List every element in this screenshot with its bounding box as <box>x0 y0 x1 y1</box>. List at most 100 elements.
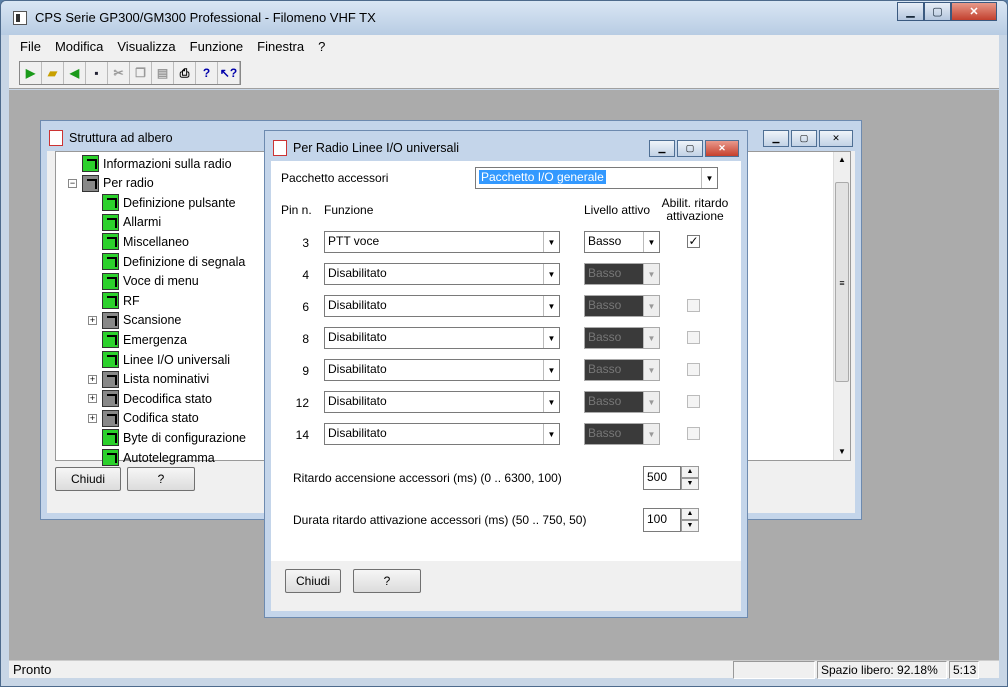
tree-item[interactable]: Definizione pulsante <box>102 193 236 212</box>
menu-file[interactable]: File <box>13 39 48 54</box>
tree-window-title: Struttura ad albero <box>69 131 173 145</box>
print-icon[interactable]: ⎙ <box>174 62 196 84</box>
tree-item[interactable]: Definizione di segnala <box>102 252 245 271</box>
close-button[interactable]: ✕ <box>951 2 997 21</box>
chevron-down-icon[interactable]: ▼ <box>543 232 559 252</box>
tree-item[interactable]: + Codifica stato <box>88 409 199 428</box>
tree-close-button[interactable]: ✕ <box>819 130 853 147</box>
tree-item[interactable]: + Scansione <box>88 311 181 330</box>
app-icon[interactable] <box>13 11 27 25</box>
tree-node-icon <box>102 311 119 329</box>
dialog-maximize-button[interactable]: ▢ <box>677 140 703 157</box>
chevron-down-icon[interactable]: ▼ <box>701 168 717 188</box>
title-bar[interactable]: CPS Serie GP300/GM300 Professional - Fil… <box>1 1 1007 35</box>
chevron-down-icon[interactable]: ▼ <box>543 264 559 284</box>
tree-item[interactable]: + Lista nominativi <box>88 370 209 389</box>
spin-up-icon[interactable]: ▲ <box>681 508 699 520</box>
function-select[interactable]: Disabilitato ▼ <box>324 295 560 317</box>
tree-help-button[interactable]: ? <box>127 467 195 491</box>
delay-checkbox <box>687 395 700 408</box>
pin-number: 12 <box>295 396 309 410</box>
tree-node-icon <box>102 449 119 466</box>
expand-icon[interactable]: + <box>88 413 97 423</box>
save-icon[interactable]: ▪ <box>86 62 108 84</box>
tree-close-action-button[interactable]: Chiudi <box>55 467 121 491</box>
dialog-close-action-button[interactable]: Chiudi <box>285 569 341 593</box>
level-select[interactable]: Basso ▼ <box>584 231 660 253</box>
chevron-down-icon[interactable]: ▼ <box>543 296 559 316</box>
tree-node-icon <box>102 253 119 270</box>
chevron-down-icon[interactable]: ▼ <box>543 360 559 380</box>
chevron-down-icon[interactable]: ▼ <box>543 328 559 348</box>
tree-item[interactable]: Linee I/O universali <box>102 350 230 369</box>
window-title: CPS Serie GP300/GM300 Professional - Fil… <box>35 10 376 25</box>
activation-delay-input[interactable]: 100 <box>643 508 681 532</box>
function-select[interactable]: Disabilitato ▼ <box>324 263 560 285</box>
maximize-button[interactable]: ▢ <box>924 2 951 21</box>
function-value: Disabilitato <box>328 330 387 344</box>
chevron-down-icon: ▼ <box>643 264 659 284</box>
expand-icon[interactable]: + <box>88 394 97 404</box>
dialog-close-button[interactable]: ✕ <box>705 140 739 157</box>
tree-scrollbar[interactable]: ▲ ≡ ▼ <box>833 152 850 460</box>
dialog-help-button[interactable]: ? <box>353 569 421 593</box>
menu-help[interactable]: ? <box>311 39 332 54</box>
scroll-thumb[interactable]: ≡ <box>835 182 849 382</box>
tree-item-label: Decodifica stato <box>123 391 212 406</box>
tree-item[interactable]: − Per radio <box>68 174 154 193</box>
pin-number: 6 <box>302 300 309 314</box>
read-radio-icon[interactable]: ◀ <box>64 62 86 84</box>
tree-item[interactable]: Autotelegramma <box>102 448 215 467</box>
tree-item[interactable]: Emergenza <box>102 330 187 349</box>
expand-icon[interactable]: + <box>88 374 97 384</box>
accessory-select[interactable]: Pacchetto I/O generale ▼ <box>475 167 718 189</box>
menu-modifica[interactable]: Modifica <box>48 39 110 54</box>
dialog-titlebar[interactable]: Per Radio Linee I/O universali ▁ ▢ ✕ <box>271 137 741 161</box>
chevron-down-icon[interactable]: ▼ <box>543 424 559 444</box>
delay-checkbox <box>687 299 700 312</box>
chevron-down-icon[interactable]: ▼ <box>643 232 659 252</box>
power-delay-input[interactable]: 500 <box>643 466 681 490</box>
function-select[interactable]: Disabilitato ▼ <box>324 359 560 381</box>
tree-minimize-button[interactable]: ▁ <box>763 130 789 147</box>
tree-item[interactable]: Miscellaneo <box>102 232 189 251</box>
menu-visualizza[interactable]: Visualizza <box>110 39 182 54</box>
tree-item[interactable]: Allarmi <box>102 213 161 232</box>
tree-item[interactable]: Byte di configurazione <box>102 428 246 447</box>
function-select[interactable]: PTT voce ▼ <box>324 231 560 253</box>
cut-icon[interactable]: ✂ <box>108 62 130 84</box>
collapse-icon[interactable]: − <box>68 178 77 188</box>
expand-icon[interactable]: + <box>88 315 97 325</box>
scroll-up-icon[interactable]: ▲ <box>834 152 850 168</box>
open-folder-icon[interactable]: ▰ <box>42 62 64 84</box>
tree-item[interactable]: RF <box>102 291 140 310</box>
tree-item[interactable]: Informazioni sulla radio <box>82 154 232 173</box>
level-select: Basso ▼ <box>584 263 660 285</box>
context-help-icon[interactable]: ↖? <box>218 62 240 84</box>
tree-item[interactable]: + Decodifica stato <box>88 389 212 408</box>
function-select[interactable]: Disabilitato ▼ <box>324 327 560 349</box>
chevron-down-icon[interactable]: ▼ <box>543 392 559 412</box>
tree-item[interactable]: Voce di menu <box>102 272 199 291</box>
function-select[interactable]: Disabilitato ▼ <box>324 423 560 445</box>
menu-funzione[interactable]: Funzione <box>183 39 250 54</box>
delay-checkbox[interactable]: ✓ <box>687 235 700 248</box>
power-delay-spinner[interactable]: 500 ▲ ▼ <box>643 466 699 490</box>
tree-maximize-button[interactable]: ▢ <box>791 130 817 147</box>
activation-delay-spinner[interactable]: 100 ▲ ▼ <box>643 508 699 532</box>
tree-node-icon <box>82 155 99 172</box>
help-icon[interactable]: ? <box>196 62 218 84</box>
level-value: Basso <box>588 330 622 344</box>
spin-down-icon[interactable]: ▼ <box>681 520 699 532</box>
function-select[interactable]: Disabilitato ▼ <box>324 391 560 413</box>
dialog-body: Pacchetto accessori Pacchetto I/O genera… <box>271 161 741 561</box>
menu-finestra[interactable]: Finestra <box>250 39 311 54</box>
paste-icon[interactable]: ▤ <box>152 62 174 84</box>
open-radio-icon[interactable]: ▶ <box>20 62 42 84</box>
spin-up-icon[interactable]: ▲ <box>681 466 699 478</box>
dialog-minimize-button[interactable]: ▁ <box>649 140 675 157</box>
spin-down-icon[interactable]: ▼ <box>681 478 699 490</box>
copy-icon[interactable]: ❐ <box>130 62 152 84</box>
scroll-down-icon[interactable]: ▼ <box>834 444 850 460</box>
minimize-button[interactable]: ▁ <box>897 2 924 21</box>
